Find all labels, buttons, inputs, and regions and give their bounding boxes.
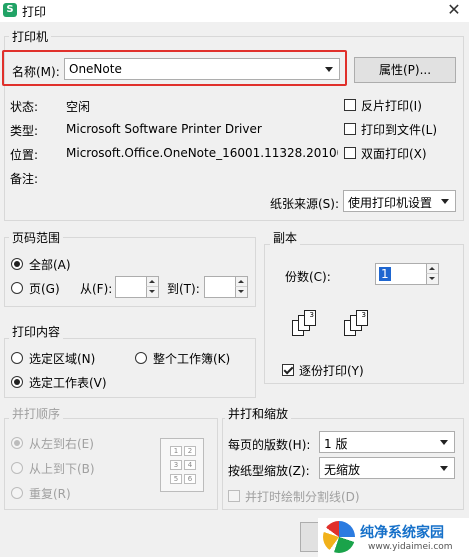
zoom-legend: 并打和缩放 (225, 405, 292, 422)
copies-count-label: 份数(C): (285, 270, 331, 284)
reverse-print-label: 反片打印(I) (361, 99, 422, 113)
print-to-file-checkbox[interactable] (344, 123, 356, 135)
to-input[interactable] (204, 276, 248, 298)
spin-up-icon[interactable] (426, 264, 438, 274)
collate-stack-b: 1 2 3 (344, 310, 384, 350)
left-right-label: 从左到右(E) (29, 437, 94, 451)
order-preview: 1 2 3 4 5 6 (160, 438, 204, 492)
order-legend: 并打顺序 (9, 405, 64, 422)
preview-cell: 5 (170, 474, 182, 484)
close-icon[interactable]: ✕ (440, 0, 468, 22)
copies-count-value: 1 (379, 267, 391, 281)
selection-label: 选定区域(N) (29, 352, 96, 366)
print-to-file-label: 打印到文件(L) (361, 123, 438, 137)
draw-borders-label: 并打时绘制分割线(D) (245, 490, 360, 504)
from-input[interactable] (115, 276, 159, 298)
spin-up-icon[interactable] (235, 277, 247, 287)
preview-cell: 1 (170, 446, 182, 456)
sheet-label: 选定工作表(V) (29, 376, 107, 390)
preview-cell: 2 (184, 446, 196, 456)
range-all-radio[interactable] (11, 258, 23, 270)
highlight-box (2, 50, 347, 86)
chevron-down-icon (441, 199, 449, 204)
workbook-label: 整个工作簿(K) (153, 352, 231, 366)
spin-down-icon[interactable] (235, 287, 247, 297)
repeat-radio[interactable] (11, 487, 23, 499)
location-value: Microsoft.Office.OneNote_16001.11328.201… (66, 146, 338, 160)
workbook-radio[interactable] (135, 352, 147, 364)
printer-legend: 打印机 (9, 28, 52, 45)
properties-button[interactable]: 属性(P)... (354, 57, 456, 83)
collate-label: 逐份打印(Y) (299, 364, 364, 378)
paper-source-value: 使用打印机设置 (348, 196, 433, 210)
from-label: 从(F): (80, 282, 113, 296)
paper-source-select[interactable]: 使用打印机设置 (343, 190, 456, 212)
chevron-down-icon (440, 440, 448, 445)
left-right-radio[interactable] (11, 437, 23, 449)
print-what-legend: 打印内容 (9, 323, 64, 340)
title-bar (0, 0, 469, 22)
page-range-legend: 页码范围 (9, 229, 64, 246)
pages-per-sheet-label: 每页的版数(H): (228, 438, 311, 452)
scale-value: 无缩放 (324, 463, 361, 477)
spin-up-icon[interactable] (146, 277, 158, 287)
preview-cell: 6 (184, 474, 196, 484)
top-bottom-label: 从上到下(B) (29, 462, 95, 476)
collate-page: 3 (304, 310, 316, 326)
collate-stack-a: 1 2 3 (292, 310, 332, 350)
top-bottom-radio[interactable] (11, 462, 23, 474)
spin-down-icon[interactable] (426, 274, 438, 284)
range-all-label: 全部(A) (29, 258, 71, 272)
copies-count-input[interactable]: 1 (375, 263, 439, 285)
preview-cell: 4 (184, 460, 196, 470)
watermark-url: www.yidaimei.com (368, 542, 453, 552)
watermark-logo-icon (323, 521, 355, 553)
collate-page: 3 (356, 310, 368, 326)
location-label: 位置: (10, 148, 39, 162)
scale-select[interactable]: 无缩放 (319, 457, 455, 479)
collate-checkbox[interactable] (282, 364, 294, 376)
chevron-down-icon (440, 466, 448, 471)
comment-label: 备注: (10, 172, 39, 186)
sheet-radio[interactable] (11, 376, 23, 388)
app-icon: S (3, 3, 17, 17)
duplex-checkbox[interactable] (344, 147, 356, 159)
range-pages-label: 页(G) (29, 282, 60, 296)
scale-label: 按纸型缩放(Z): (228, 464, 310, 478)
spin-down-icon[interactable] (146, 287, 158, 297)
selection-radio[interactable] (11, 352, 23, 364)
preview-cell: 3 (170, 460, 182, 470)
window-title: 打印 (22, 5, 47, 19)
pages-per-sheet-value: 1 版 (324, 437, 348, 451)
status-value: 空闲 (66, 100, 91, 114)
reverse-print-checkbox[interactable] (344, 99, 356, 111)
watermark: 纯净系统家园 www.yidaimei.com (318, 518, 469, 557)
range-pages-radio[interactable] (11, 282, 23, 294)
status-label: 状态: (10, 100, 39, 114)
repeat-label: 重复(R) (29, 487, 71, 501)
watermark-title: 纯净系统家园 (360, 525, 444, 541)
draw-borders-checkbox[interactable] (228, 490, 240, 502)
type-label: 类型: (10, 124, 39, 138)
duplex-label: 双面打印(X) (361, 147, 427, 161)
type-value: Microsoft Software Printer Driver (66, 122, 262, 136)
paper-source-label: 纸张来源(S): (270, 197, 340, 211)
copies-legend: 副本 (270, 229, 301, 246)
pages-per-sheet-select[interactable]: 1 版 (319, 431, 455, 453)
to-label: 到(T): (167, 282, 200, 296)
